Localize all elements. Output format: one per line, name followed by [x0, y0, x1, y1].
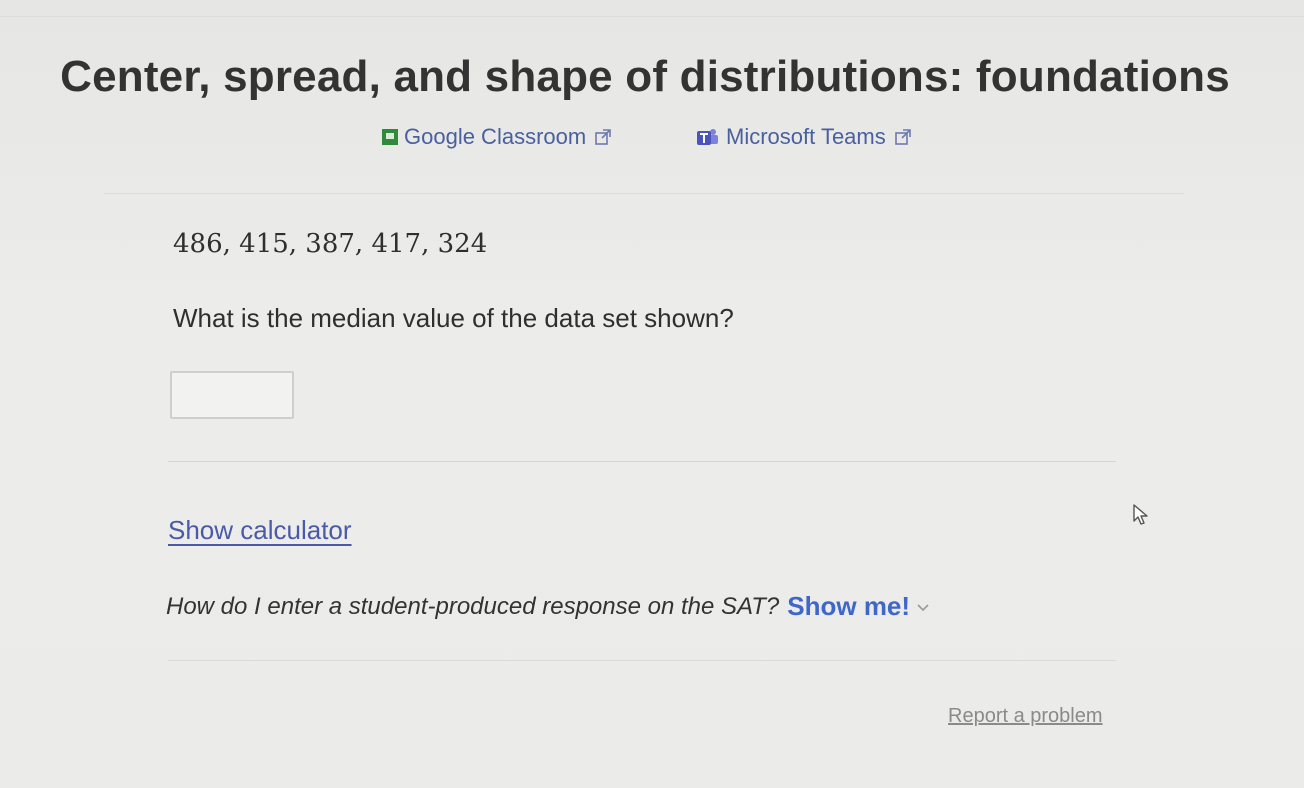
- google-classroom-share-link[interactable]: Google Classroom: [382, 124, 612, 150]
- microsoft-teams-icon: [694, 127, 720, 147]
- exercise-page: Center, spread, and shape of distributio…: [0, 0, 1304, 788]
- show-calculator-link[interactable]: Show calculator: [168, 515, 352, 546]
- page-title: Center, spread, and shape of distributio…: [60, 52, 1230, 101]
- answer-input[interactable]: [170, 371, 294, 419]
- show-me-button[interactable]: Show me!: [787, 591, 910, 622]
- chevron-down-icon[interactable]: [916, 602, 930, 612]
- external-link-icon: [894, 128, 912, 146]
- external-link-icon: [594, 128, 612, 146]
- mouse-pointer-icon: [1131, 503, 1153, 527]
- answer-divider: [168, 461, 1116, 462]
- microsoft-teams-label: Microsoft Teams: [726, 124, 886, 149]
- sat-help-line: How do I enter a student-produced respon…: [166, 591, 930, 622]
- header-divider: [104, 193, 1184, 194]
- report-problem-link[interactable]: Report a problem: [948, 705, 1103, 728]
- footer-divider: [168, 660, 1116, 661]
- google-classroom-label: Google Classroom: [404, 124, 587, 149]
- google-classroom-icon: [382, 129, 398, 145]
- top-divider: [0, 16, 1304, 17]
- question-text: What is the median value of the data set…: [173, 303, 734, 333]
- data-set-values: 486, 415, 387, 417, 324: [173, 229, 488, 259]
- sat-help-prompt: How do I enter a student-produced respon…: [166, 592, 780, 620]
- share-bar: Google Classroom Microsoft Teams: [0, 124, 1304, 154]
- microsoft-teams-share-link[interactable]: Microsoft Teams: [694, 124, 912, 150]
